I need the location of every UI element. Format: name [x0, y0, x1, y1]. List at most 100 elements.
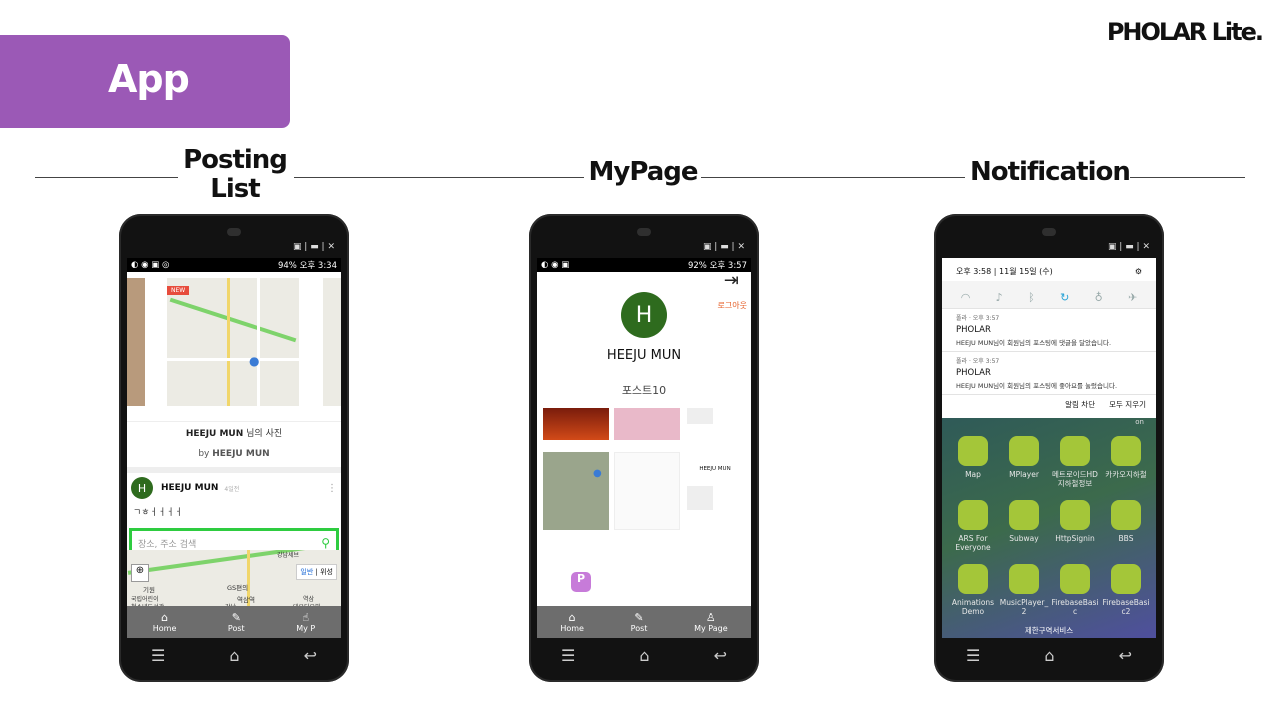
photo-carousel[interactable]: ● NEW: [127, 272, 341, 422]
settings-gear-icon[interactable]: ⚙: [1135, 267, 1142, 276]
block-notifications-button[interactable]: 알림 차단: [1065, 399, 1095, 410]
status-bar: ◐ ◉ ▣ ◎ 94% 오후 3:34: [127, 258, 341, 272]
logout-button[interactable]: 로그아웃: [718, 300, 747, 311]
post-thumbnail[interactable]: [687, 408, 713, 424]
notification-actions: 알림 차단 모두 지우기: [942, 394, 1156, 414]
android-nav-keys: ☰ ⌂ ↩: [119, 644, 349, 666]
app-label: MPlayer: [1009, 470, 1039, 479]
bluetooth-icon[interactable]: ᛒ: [1028, 291, 1035, 304]
carousel-map-card[interactable]: ● NEW: [167, 278, 299, 406]
tap-hand-icon: ☝: [302, 610, 310, 624]
window-controls: ▣ | ▬ | ✕: [702, 242, 745, 252]
app-icon: [958, 500, 988, 530]
section-title-mypage: MyPage: [588, 157, 699, 187]
search-icon[interactable]: ⚲: [321, 536, 330, 550]
app-label: Subway: [1009, 534, 1039, 543]
more-menu-icon[interactable]: ⋮: [327, 483, 337, 494]
divider-line: [1130, 177, 1245, 178]
location-pin-icon: ●: [249, 354, 260, 368]
carousel-next-card[interactable]: [323, 278, 341, 406]
tab-home[interactable]: ⌂ Home: [560, 610, 584, 633]
menu-icon[interactable]: ☰: [151, 646, 165, 665]
home-icon: ⌂: [568, 610, 576, 624]
post-thumbnail-comments[interactable]: [614, 452, 680, 530]
post-text: ㄱㅎㅓㅓㅓㅓ: [133, 508, 183, 518]
launcher-app[interactable]: ARS For Everyone: [948, 500, 998, 552]
phone-mypage: ▣ | ▬ | ✕ ◐ ◉ ▣ 92% 오후 3:57 ⇥ 로그아웃 H HEEJ…: [529, 214, 759, 682]
rotate-icon[interactable]: ↻: [1060, 291, 1069, 304]
notification-item[interactable]: 폴라 · 오후 3:57 PHOLAR HEEJU MUN님이 회원님의 포스팅…: [942, 308, 1156, 351]
tab-home[interactable]: ⌂ Home: [153, 611, 177, 633]
map-type-toggle[interactable]: 일반 | 위성: [296, 564, 337, 580]
notification-panel: 오후 3:58 | 11월 15일 (수) ⚙ ◠ ♪ ᛒ ↻ ♁ ✈ 폴라 ·…: [942, 258, 1156, 418]
launcher-app[interactable]: Animations Demo: [948, 564, 998, 616]
post-map[interactable]: ⊕ 일반 | 위성 기원 GS편의 역삼역 국립어린이 청소년도서관 강남 역삼…: [127, 550, 341, 610]
tab-post[interactable]: ✎ Post: [631, 611, 648, 633]
app-icon: [958, 436, 988, 466]
app-icon: [958, 564, 988, 594]
launcher-app[interactable]: FirebaseBasi c2: [1101, 564, 1151, 616]
back-icon[interactable]: ↩: [304, 646, 317, 665]
carousel-prev-card[interactable]: [127, 278, 145, 406]
app-icon: [1009, 500, 1039, 530]
mute-icon[interactable]: ♪: [996, 291, 1003, 304]
app-icon: [1009, 436, 1039, 466]
launcher-app[interactable]: 메트로이드HD 지하철정보: [1050, 436, 1100, 488]
airplane-icon[interactable]: ✈: [1128, 291, 1137, 304]
tab-post[interactable]: ✎ Post: [228, 610, 245, 633]
home-key-icon[interactable]: ⌂: [639, 646, 649, 665]
partial-label: on: [1135, 418, 1144, 426]
posting-list-screen: ◐ ◉ ▣ ◎ 94% 오후 3:34 ● NEW HEEJU MUN 님의 사진…: [127, 258, 341, 638]
wifi-icon[interactable]: ◠: [961, 291, 971, 304]
phone-speaker: [637, 228, 651, 236]
notification-item[interactable]: 폴라 · 오후 3:57 PHOLAR HEEJU MUN님이 회원님의 포스팅…: [942, 351, 1156, 394]
phone-posting-list: ▣ | ▬ | ✕ ◐ ◉ ▣ ◎ 94% 오후 3:34 ● NEW HEEJU…: [119, 214, 349, 682]
launcher-app[interactable]: Map: [948, 436, 998, 479]
android-nav-keys: ☰ ⌂ ↩: [934, 644, 1164, 666]
app-label: FirebaseBasi c2: [1102, 598, 1150, 616]
menu-icon[interactable]: ☰: [966, 646, 980, 665]
post-timestamp: 4일전: [224, 485, 240, 493]
photo-author: by HEEJU MUN: [198, 449, 270, 459]
phone-speaker: [227, 228, 241, 236]
location-pin-icon: ●: [593, 468, 602, 479]
brand-logo: PHOLAR Lite.: [1106, 18, 1264, 46]
post-thumbnail[interactable]: [614, 408, 680, 440]
home-key-icon[interactable]: ⌂: [229, 646, 239, 665]
app-icon: [1060, 564, 1090, 594]
home-screen: on Map MPlayer 메트로이드HD 지하철정보 카카오지하철 ARS For …: [942, 418, 1156, 638]
notification-screen: 오후 3:58 | 11월 15일 (수) ⚙ ◠ ♪ ᛒ ↻ ♁ ✈ 폴라 ·…: [942, 258, 1156, 638]
edit-icon: ✎: [231, 610, 241, 624]
post-thumbnail-map[interactable]: ●: [543, 452, 609, 530]
post-username[interactable]: HEEJU MUN: [161, 483, 218, 493]
menu-icon[interactable]: ☰: [561, 646, 575, 665]
launcher-app[interactable]: BBS: [1101, 500, 1151, 543]
app-icon: [1009, 564, 1039, 594]
back-icon[interactable]: ↩: [714, 646, 727, 665]
post-thumbnail[interactable]: [543, 408, 609, 440]
post-thumbnail-profile[interactable]: HEEJU MUN: [687, 452, 743, 482]
clear-all-button[interactable]: 모두 지우기: [1109, 399, 1146, 410]
logout-icon[interactable]: ⇥: [724, 270, 739, 291]
launcher-app[interactable]: 카카오지하철: [1101, 436, 1151, 479]
divider-line: [701, 177, 965, 178]
app-label: Map: [965, 470, 981, 479]
tab-mypage[interactable]: ☝ My P: [296, 610, 315, 633]
launcher-app[interactable]: HttpSignin: [1050, 500, 1100, 543]
post-thumbnail[interactable]: [687, 486, 713, 510]
launcher-app[interactable]: MPlayer: [999, 436, 1049, 479]
post-header[interactable]: H HEEJU MUN 4일전 ⋮: [127, 473, 341, 503]
home-key-icon[interactable]: ⌂: [1044, 646, 1054, 665]
launcher-app[interactable]: FirebaseBasi c: [1050, 564, 1100, 616]
phone-speaker: [1042, 228, 1056, 236]
flashlight-icon[interactable]: ♁: [1095, 291, 1103, 304]
new-badge: NEW: [167, 286, 190, 295]
back-icon[interactable]: ↩: [1119, 646, 1132, 665]
avatar[interactable]: H: [131, 477, 153, 499]
pholar-app-icon[interactable]: P: [571, 572, 591, 592]
app-icon: [1060, 436, 1090, 466]
launcher-app[interactable]: Subway: [999, 500, 1049, 543]
tab-mypage[interactable]: ♙ My Page: [694, 611, 728, 633]
launcher-app[interactable]: MusicPlayer_ 2: [999, 564, 1049, 616]
gps-icon[interactable]: ⊕: [131, 564, 149, 582]
